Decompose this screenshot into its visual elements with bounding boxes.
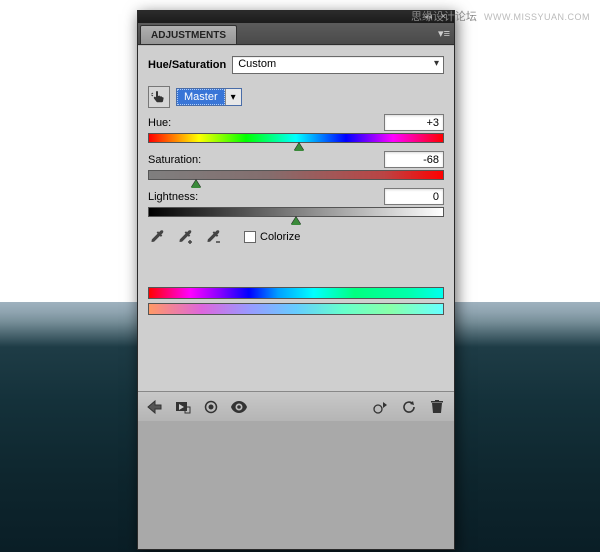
back-button[interactable] [146,398,164,416]
saturation-track[interactable] [148,170,444,180]
panel-topbar[interactable]: ◂◂ ✕ [138,11,454,23]
eyedropper-plus-button[interactable] [176,227,196,247]
watermark-text: 思缘设计论坛 [411,11,477,23]
saturation-label: Saturation: [148,154,201,166]
reset-icon [402,400,416,414]
tab-adjustments[interactable]: ADJUSTMENTS [140,25,237,44]
panel-menu-icon[interactable]: ▾≡ [438,27,450,40]
lightness-slider: Lightness: [148,188,444,217]
hue-thumb[interactable] [294,143,304,151]
clip-to-layer-icon [373,400,389,414]
panel-footer [138,391,454,421]
eyedropper-minus-button[interactable] [204,227,224,247]
hue-track[interactable] [148,133,444,143]
panel-tabs: ADJUSTMENTS ▾≡ [138,23,454,45]
color-range-strip-top[interactable] [148,287,444,299]
saturation-thumb[interactable] [191,180,201,188]
preset-select[interactable]: Custom [232,56,444,74]
hue-slider: Hue: [148,114,444,143]
eyedropper-plus-icon [178,229,194,245]
color-range-strip-bottom[interactable] [148,303,444,315]
targeted-adjust-button[interactable] [148,86,170,108]
lightness-thumb[interactable] [291,217,301,225]
edit-mode-value: Master [177,89,225,105]
hand-pointer-icon [151,89,167,105]
adjustments-panel: ◂◂ ✕ ADJUSTMENTS ▾≡ Hue/Saturation Custo… [137,10,455,550]
eyedropper-minus-icon [206,229,222,245]
trash-icon [431,400,443,414]
back-arrow-icon [147,400,163,414]
eye-icon [231,401,247,413]
preset-value: Custom [238,58,276,70]
reset-button[interactable] [400,398,418,416]
visibility-button[interactable] [230,398,248,416]
chevron-down-icon: ▾ [225,89,241,105]
saturation-slider: Saturation: [148,151,444,180]
hue-value-input[interactable] [384,114,444,131]
trash-button[interactable] [428,398,446,416]
panel-content: Hue/Saturation Custom Master ▾ Hue: [138,45,454,391]
view-circle-button[interactable] [202,398,220,416]
circle-icon [204,400,218,414]
colorize-row[interactable]: Colorize [244,231,300,243]
colorize-checkbox[interactable] [244,231,256,243]
adjustment-title: Hue/Saturation [148,59,226,71]
eyedropper-icon [150,229,166,245]
lightness-label: Lightness: [148,191,198,203]
lightness-value-input[interactable] [384,188,444,205]
eyedropper-button[interactable] [148,227,168,247]
clip-button[interactable] [372,398,390,416]
snapshot-icon [175,400,191,414]
watermark: 思缘设计论坛 WWW.MISSYUAN.COM [411,8,590,24]
hue-label: Hue: [148,117,171,129]
snapshot-button[interactable] [174,398,192,416]
saturation-value-input[interactable] [384,151,444,168]
edit-mode-select[interactable]: Master ▾ [176,88,242,106]
watermark-url: WWW.MISSYUAN.COM [484,12,590,22]
eyedropper-row: Colorize [148,227,444,247]
lightness-track[interactable] [148,207,444,217]
colorize-label: Colorize [260,231,300,243]
